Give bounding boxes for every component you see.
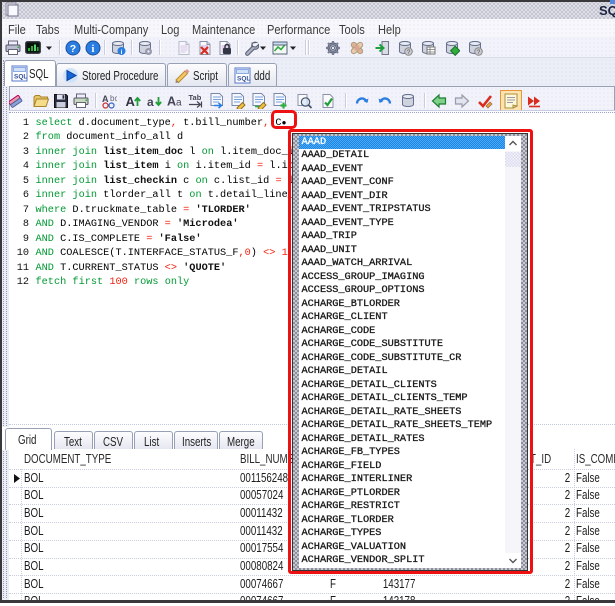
- svg-text:i: i: [92, 44, 95, 55]
- svg-text:a: a: [176, 98, 182, 109]
- svg-text:SQL: SQL: [14, 74, 27, 81]
- svg-text:A: A: [126, 94, 136, 109]
- svg-text:A: A: [167, 95, 176, 109]
- svg-text:Tab: Tab: [189, 93, 202, 102]
- svg-text:a: a: [147, 95, 154, 109]
- svg-text:i: i: [121, 49, 123, 56]
- svg-text:SQL: SQL: [237, 76, 250, 83]
- svg-text:bc: bc: [110, 94, 117, 103]
- svg-text:?: ?: [70, 43, 76, 55]
